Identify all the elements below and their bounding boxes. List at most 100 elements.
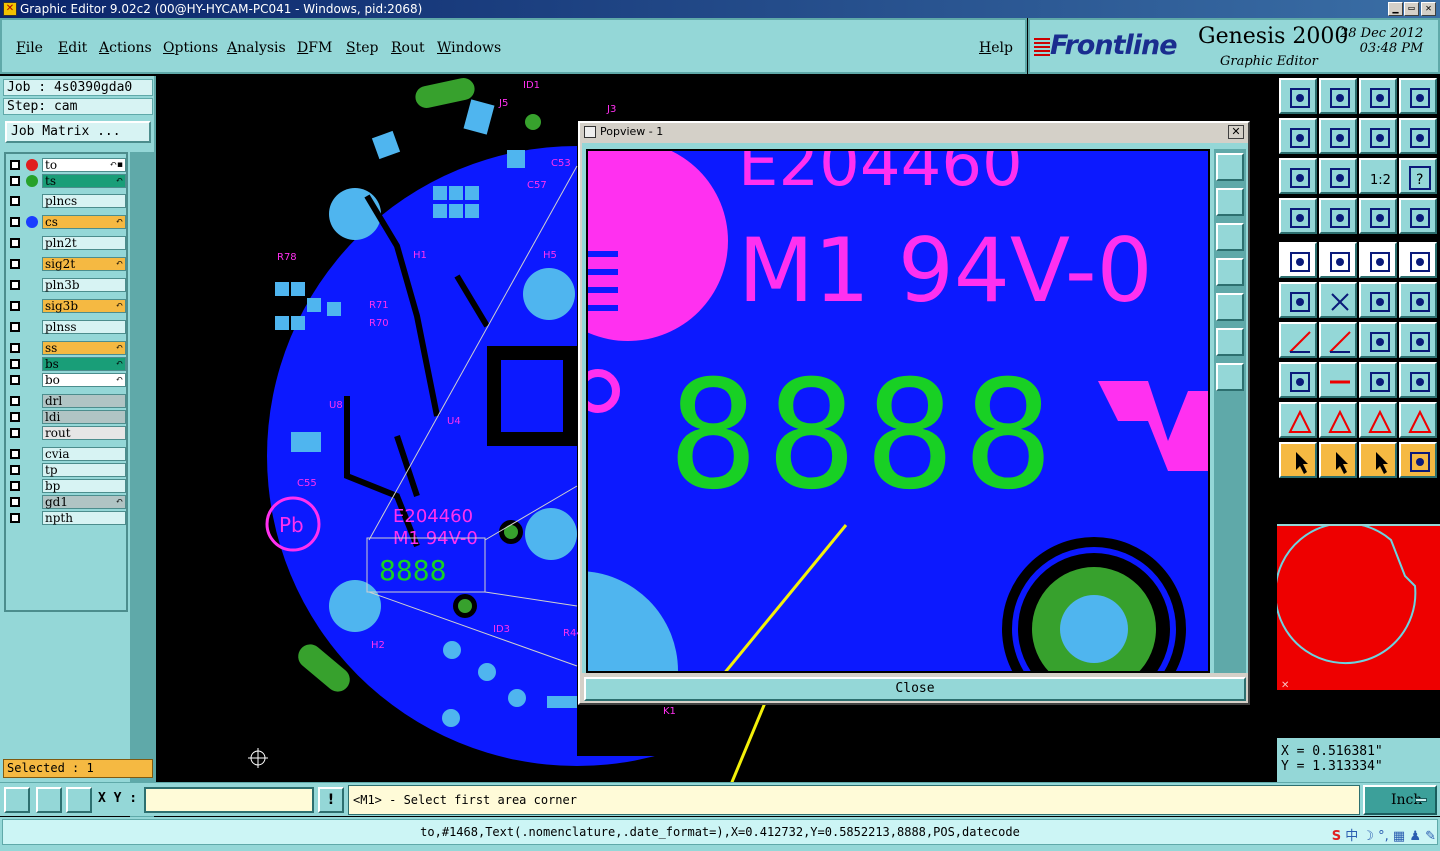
layer-checkbox[interactable] bbox=[10, 465, 20, 475]
layer-checkbox[interactable] bbox=[10, 196, 20, 206]
select-button[interactable] bbox=[1279, 442, 1317, 478]
refresh-button[interactable] bbox=[1399, 118, 1437, 154]
outline-button[interactable] bbox=[1359, 402, 1397, 438]
layer-row-tp[interactable]: tp bbox=[8, 463, 126, 477]
cut-button[interactable] bbox=[1399, 402, 1437, 438]
add-pad-button[interactable] bbox=[1279, 242, 1317, 278]
highlight-all-button[interactable] bbox=[1399, 198, 1437, 234]
menu-rout[interactable]: Rout bbox=[391, 40, 425, 56]
home-button[interactable] bbox=[1359, 78, 1397, 114]
layer-row-ldi[interactable]: ldi bbox=[8, 410, 126, 424]
unit-selector[interactable]: Inch bbox=[1363, 785, 1437, 815]
layer-checkbox[interactable] bbox=[10, 449, 20, 459]
pan-left-button[interactable] bbox=[1279, 118, 1317, 154]
copy-button[interactable] bbox=[1399, 362, 1437, 398]
layer-row-cs[interactable]: cs ↶ bbox=[8, 215, 126, 229]
dotted-box-button[interactable] bbox=[1399, 242, 1437, 278]
popview-tool-icon[interactable] bbox=[1216, 293, 1244, 321]
menu-file[interactable]: File bbox=[16, 40, 43, 56]
layer-row-bs[interactable]: bs ↶ bbox=[8, 357, 126, 371]
layer-checkbox[interactable] bbox=[10, 396, 20, 406]
probe-button[interactable] bbox=[1319, 198, 1357, 234]
pan-right-button[interactable] bbox=[1319, 118, 1357, 154]
layer-checkbox[interactable] bbox=[10, 513, 20, 523]
center-button[interactable] bbox=[1319, 158, 1357, 194]
restore-button[interactable]: ▭ bbox=[1404, 2, 1419, 16]
popview-canvas[interactable]: E204460 M1 94V-0 8888 bbox=[586, 149, 1210, 673]
arc-button[interactable] bbox=[1359, 322, 1397, 358]
layer-checkbox[interactable] bbox=[10, 412, 20, 422]
add-line-button[interactable] bbox=[1319, 242, 1357, 278]
popview-tool-icon[interactable] bbox=[1216, 258, 1244, 286]
layer-row-drl[interactable]: drl bbox=[8, 394, 126, 408]
layer-checkbox[interactable] bbox=[10, 160, 20, 170]
layer-row-to[interactable]: to ↶▪ bbox=[8, 158, 126, 172]
window-button[interactable] bbox=[1399, 78, 1437, 114]
zoom-out-button[interactable] bbox=[1319, 78, 1357, 114]
menu-help[interactable]: Help bbox=[979, 40, 1013, 56]
layer-row-pln3b[interactable]: pln3b bbox=[8, 278, 126, 292]
layer-row-pln2t[interactable]: pln2t bbox=[8, 236, 126, 250]
input-method-tray[interactable]: S 中 ☽ °, ▦ ♟ ✎ bbox=[1332, 825, 1436, 845]
layer-row-ss[interactable]: ss ↶ bbox=[8, 341, 126, 355]
layer-row-bp[interactable]: bp bbox=[8, 479, 126, 493]
layer-row-gd1[interactable]: gd1 ↶ bbox=[8, 495, 126, 509]
layer-list-scrollbar[interactable] bbox=[130, 152, 154, 832]
polygon-button[interactable] bbox=[1319, 402, 1357, 438]
layer-row-sig3b[interactable]: sig3b ↶ bbox=[8, 299, 126, 313]
resize-button[interactable] bbox=[1359, 362, 1397, 398]
triangle-button[interactable] bbox=[1279, 402, 1317, 438]
mirror-button[interactable] bbox=[1399, 322, 1437, 358]
layer-checkbox[interactable] bbox=[10, 428, 20, 438]
snap-icon[interactable] bbox=[4, 787, 30, 813]
layer-checkbox[interactable] bbox=[10, 359, 20, 369]
layer-row-ts[interactable]: ts ↶ bbox=[8, 174, 126, 188]
layer-row-sig2t[interactable]: sig2t ↶ bbox=[8, 257, 126, 271]
layer-checkbox[interactable] bbox=[10, 238, 20, 248]
angle-button[interactable] bbox=[1279, 322, 1317, 358]
layer-row-plncs[interactable]: plncs bbox=[8, 194, 126, 208]
menu-options[interactable]: Options bbox=[163, 40, 218, 56]
layer-row-bo[interactable]: bo ↶ bbox=[8, 373, 126, 387]
redraw-button[interactable] bbox=[1359, 118, 1397, 154]
layer-checkbox[interactable] bbox=[10, 481, 20, 491]
popview-tool-icon[interactable] bbox=[1216, 328, 1244, 356]
menu-step[interactable]: Step bbox=[346, 40, 378, 56]
popview-tool-icon[interactable] bbox=[1216, 363, 1244, 391]
zoom-in-button[interactable] bbox=[1279, 78, 1317, 114]
ime-s-icon[interactable]: S bbox=[1332, 829, 1341, 844]
job-matrix-button[interactable]: Job Matrix ... bbox=[5, 121, 151, 143]
popview-close-icon[interactable]: ✕ bbox=[1228, 125, 1244, 139]
layer-checkbox[interactable] bbox=[10, 375, 20, 385]
menu-analysis[interactable]: Analysis bbox=[227, 40, 286, 56]
ratio-button[interactable]: 1:2 bbox=[1359, 158, 1397, 194]
measure-icon[interactable] bbox=[36, 787, 62, 813]
layer-checkbox[interactable] bbox=[10, 322, 20, 332]
layer-row-cvia[interactable]: cvia bbox=[8, 447, 126, 461]
menu-edit[interactable]: Edit bbox=[58, 40, 87, 56]
minus-button[interactable] bbox=[1319, 362, 1357, 398]
grid-icon[interactable] bbox=[66, 787, 92, 813]
layer-checkbox[interactable] bbox=[10, 259, 20, 269]
menu-actions[interactable]: Actions bbox=[99, 40, 152, 56]
menu-windows[interactable]: Windows bbox=[437, 40, 501, 56]
connect-button[interactable] bbox=[1279, 282, 1317, 318]
pad-select-button[interactable] bbox=[1279, 362, 1317, 398]
rotate-button[interactable] bbox=[1399, 282, 1437, 318]
query-button[interactable]: ? bbox=[1399, 158, 1437, 194]
close-window-button[interactable]: ✕ bbox=[1421, 2, 1436, 16]
layer-checkbox[interactable] bbox=[10, 217, 20, 227]
popview-tool-icon[interactable] bbox=[1216, 223, 1244, 251]
layer-row-npth[interactable]: npth bbox=[8, 511, 126, 525]
popview-tool-icon[interactable] bbox=[1216, 188, 1244, 216]
xy-input[interactable] bbox=[144, 787, 314, 813]
select-box-button[interactable] bbox=[1319, 442, 1357, 478]
measure-button[interactable] bbox=[1279, 198, 1317, 234]
layer-row-plnss[interactable]: plnss bbox=[8, 320, 126, 334]
popview-tool-icon[interactable] bbox=[1216, 153, 1244, 181]
highlight-button[interactable] bbox=[1359, 198, 1397, 234]
warning-icon[interactable]: ! bbox=[318, 787, 344, 813]
overview-map[interactable]: ✕ bbox=[1274, 522, 1440, 691]
ruler-button[interactable] bbox=[1359, 242, 1397, 278]
layer-checkbox[interactable] bbox=[10, 280, 20, 290]
